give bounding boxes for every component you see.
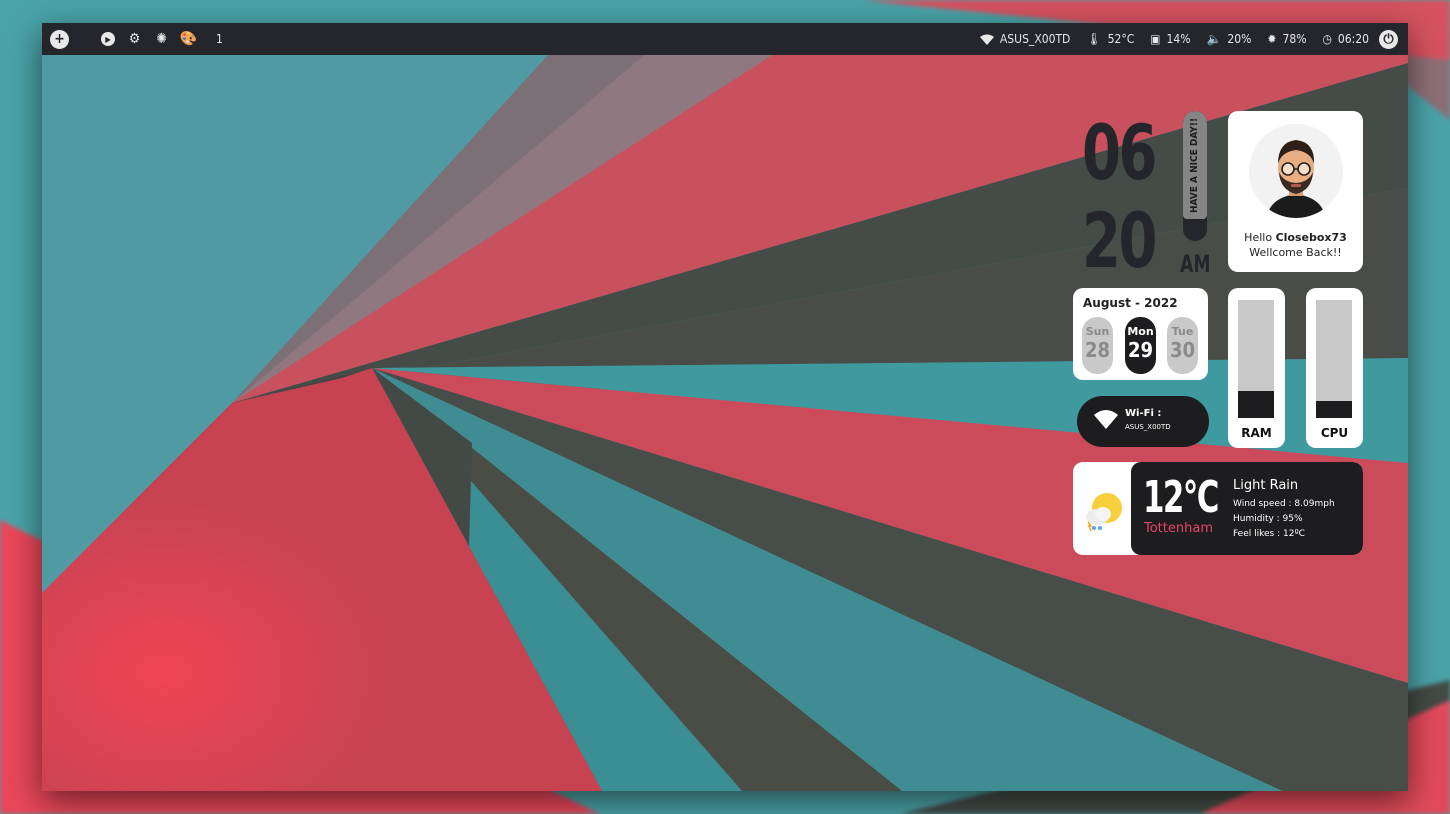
message-text: HAVE A NICE DAY!! [1189,117,1201,213]
weather-details-panel: 12°C Tottenham Light Rain Wind speed : 8… [1131,462,1363,555]
weather-condition: Light Rain [1233,478,1299,493]
clock-minute: 20 [1082,196,1158,285]
top-panel: + ▶ ⚙ ✺ 🎨 1 ASUS_X00TD 🌡 52°C ▣ 14% 🔈 20… [42,23,1408,55]
avatar [1248,124,1343,218]
day-date: 29 [1127,338,1154,362]
day-tue: Tue 30 [1167,317,1198,374]
welcome-text: Wellcome Back!! [1249,246,1342,259]
clock-ampm: AM [1180,250,1211,278]
power-icon[interactable]: ⏻ [1379,29,1398,49]
thermometer-icon: 🌡 [1086,32,1102,46]
day-mon-current: Mon 29 [1125,317,1156,374]
temperature-value: 52°C [1107,32,1135,46]
clock-hour: 06 [1082,108,1158,197]
wifi-ssid: ASUS_X00TD [1125,423,1171,431]
speaker-icon: 🔈 [1206,32,1222,46]
profile-card: Hello Closebox73 Wellcome Back!! [1228,111,1363,272]
chip-icon: ▣ [1150,32,1161,46]
day-date: 28 [1084,338,1111,362]
ram-label: RAM [1241,426,1272,440]
wifi-status[interactable]: ASUS_X00TD [979,32,1071,46]
ram-bar-fill [1238,390,1274,418]
cpu-label: CPU [1320,426,1349,440]
add-icon[interactable]: + [50,29,69,49]
cpu-bar-track [1316,300,1352,418]
workspace-indicator[interactable]: 1 [216,32,223,46]
volume-value: 20% [1227,32,1252,46]
day-name: Tue [1171,325,1194,338]
brightness-value: 78% [1282,32,1307,46]
day-sun: Sun 28 [1082,317,1113,374]
wifi-title: Wi-Fi : [1125,408,1162,419]
day-name: Mon [1127,325,1154,338]
brightness-status[interactable]: ✹ 78% [1267,32,1306,46]
message-pill: HAVE A NICE DAY!! [1183,111,1207,241]
calendar-title: August - 2022 [1083,296,1178,310]
temperature-status[interactable]: 🌡 52°C [1086,32,1134,46]
weather-temperature: 12°C [1143,472,1219,523]
weather-feels-like: Feel likes : 12ºC [1233,529,1305,539]
weather-wind: Wind speed : 8.09mph [1233,499,1335,509]
cpu-value: 14% [1166,32,1191,46]
palette-icon[interactable]: 🎨 [180,31,197,47]
greeting-word: Hello [1244,231,1273,244]
brightness-icon: ✹ [1267,32,1277,46]
weather-city: Tottenham [1144,521,1213,536]
wifi-name: ASUS_X00TD [999,32,1071,46]
greeting-text: Hello Closebox73 Wellcome Back!! [1228,230,1363,260]
big-clock: 06 20 [1082,108,1158,285]
aperture-icon[interactable]: ✺ [154,31,169,47]
cpu-status[interactable]: ▣ 14% [1150,32,1190,46]
clock-icon: ◷ [1322,32,1332,46]
wifi-widget[interactable]: Wi-Fi : ASUS_X00TD [1077,396,1209,447]
calendar-card: August - 2022 Sun 28 Mon 29 Tue 30 [1073,288,1208,380]
volume-status[interactable]: 🔈 20% [1206,32,1251,46]
ram-bar-track [1238,300,1274,418]
day-name: Sun [1085,325,1110,338]
wifi-icon [979,34,994,45]
desktop-screen: + ▶ ⚙ ✺ 🎨 1 ASUS_X00TD 🌡 52°C ▣ 14% 🔈 20… [42,23,1408,791]
clock-status[interactable]: ◷ 06:20 [1322,32,1369,46]
cpu-bar-fill [1316,401,1352,418]
play-icon[interactable]: ▶ [101,32,115,46]
day-date: 30 [1169,338,1196,362]
ram-card: RAM [1228,288,1285,448]
cpu-card: CPU [1306,288,1363,448]
time-value: 06:20 [1337,32,1369,46]
weather-humidity: Humidity : 95% [1233,514,1303,524]
weather-card: 12°C Tottenham Light Rain Wind speed : 8… [1073,462,1363,555]
settings-icon[interactable]: ⚙ [127,31,142,47]
rain-cloud-sun-icon [1081,490,1125,538]
username: Closebox73 [1275,231,1347,244]
wifi-icon [1094,409,1118,433]
